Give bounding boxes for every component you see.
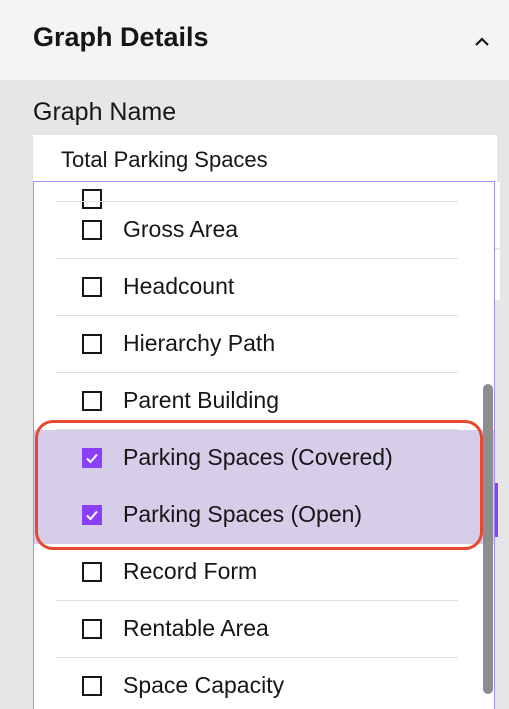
option-label: Record Form xyxy=(123,558,258,584)
dropdown-option-partial[interactable] xyxy=(34,182,494,209)
option-label: Parking Spaces (Open) xyxy=(123,501,363,527)
option-label: Rentable Area xyxy=(123,615,269,641)
checkbox[interactable] xyxy=(82,334,102,354)
graph-name-input[interactable]: Total Parking Spaces xyxy=(33,135,497,183)
graph-name-label: Graph Name xyxy=(33,98,177,126)
scrollbar-thumb[interactable] xyxy=(483,384,493,694)
option-label: Space Capacity xyxy=(123,672,285,698)
columns-dropdown[interactable]: Gross Area Headcount Hierarchy Path Pare… xyxy=(33,181,495,709)
checkbox-checked[interactable] xyxy=(82,505,102,525)
hidden-field-focus-edge xyxy=(495,483,498,537)
dropdown-option[interactable]: Space Capacity xyxy=(34,658,494,709)
option-label: Gross Area xyxy=(123,216,239,242)
option-label: Parking Spaces (Covered) xyxy=(123,444,393,470)
panel-title: Graph Details xyxy=(33,22,209,52)
option-label: Hierarchy Path xyxy=(123,330,276,356)
panel-header[interactable]: Graph Details xyxy=(0,0,509,80)
dropdown-option-selected[interactable]: Parking Spaces (Open) xyxy=(34,487,494,544)
dropdown-option[interactable]: Headcount xyxy=(34,259,494,316)
chevron-up-icon[interactable] xyxy=(462,26,502,56)
option-label: Headcount xyxy=(123,273,235,299)
checkmark-icon xyxy=(86,510,98,521)
checkbox[interactable] xyxy=(82,391,102,411)
checkbox[interactable] xyxy=(82,619,102,639)
hidden-field-edge xyxy=(495,182,500,248)
checkbox[interactable] xyxy=(82,277,102,297)
dropdown-option[interactable]: Record Form xyxy=(34,544,494,601)
dropdown-option[interactable]: Gross Area xyxy=(34,202,494,259)
checkbox[interactable] xyxy=(82,562,102,582)
option-label: Parent Building xyxy=(123,387,279,413)
graph-name-value: Total Parking Spaces xyxy=(61,147,268,172)
hidden-field-edge xyxy=(495,250,500,300)
dropdown-option[interactable]: Hierarchy Path xyxy=(34,316,494,373)
dropdown-option-selected[interactable]: Parking Spaces (Covered) xyxy=(34,430,494,487)
dropdown-option[interactable]: Parent Building xyxy=(34,373,494,430)
checkbox[interactable] xyxy=(82,676,102,696)
checkbox-checked[interactable] xyxy=(82,448,102,468)
checkmark-icon xyxy=(86,453,98,464)
dropdown-option[interactable]: Rentable Area xyxy=(34,601,494,658)
checkbox[interactable] xyxy=(82,220,102,240)
graph-details-page: Graph Details Graph Name Total Parking S… xyxy=(0,0,509,709)
